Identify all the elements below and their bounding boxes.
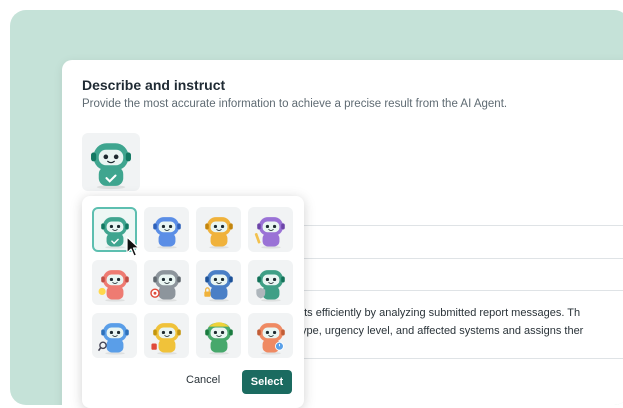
- robot-avatar-icon: [255, 269, 285, 302]
- robot-avatar-icon: [149, 269, 181, 302]
- avatar-picker-popover: Cancel Select: [82, 196, 304, 408]
- avatar-option-purple-robot[interactable]: [248, 207, 293, 252]
- section-title: Describe and instruct: [82, 77, 226, 93]
- robot-avatar-icon: [91, 143, 131, 190]
- robot-avatar-icon: [97, 322, 129, 355]
- robot-avatar-icon: [150, 322, 181, 355]
- robot-avatar-icon: [254, 216, 285, 249]
- description-line: type, urgency level, and affected system…: [298, 325, 584, 337]
- description-line: nts efficiently by analyzing submitted r…: [298, 307, 581, 319]
- cancel-button[interactable]: Cancel: [186, 374, 220, 386]
- avatar-option-yellow-robot[interactable]: [196, 207, 241, 252]
- robot-avatar-icon: [204, 321, 233, 355]
- avatar-option-blue-magnifier-robot[interactable]: [92, 313, 137, 358]
- avatar-option-green-robot[interactable]: [248, 260, 293, 305]
- avatar-grid: [92, 207, 293, 358]
- avatar-option-orange-robot[interactable]: [248, 313, 293, 358]
- name-field[interactable]: [282, 225, 623, 226]
- role-field[interactable]: [282, 258, 623, 259]
- agent-avatar[interactable]: [82, 133, 140, 191]
- robot-avatar-icon: [203, 269, 233, 302]
- description-field[interactable]: nts efficiently by analyzing submitted r…: [298, 304, 583, 340]
- avatar-option-blue-robot[interactable]: [144, 207, 189, 252]
- avatar-option-yellow-red-robot[interactable]: [144, 313, 189, 358]
- robot-avatar-icon: [152, 216, 181, 249]
- avatar-option-gray-robot[interactable]: [144, 260, 189, 305]
- robot-avatar-icon: [98, 269, 129, 302]
- mouse-pointer-icon: [126, 236, 140, 257]
- avatar-option-navy-robot[interactable]: [196, 260, 241, 305]
- select-button[interactable]: Select: [242, 370, 292, 394]
- avatar-option-green-helmet-robot[interactable]: [196, 313, 241, 358]
- description-top-border: [282, 290, 623, 291]
- robot-avatar-icon: [204, 216, 233, 249]
- section-subtitle: Provide the most accurate information to…: [82, 98, 508, 110]
- robot-avatar-icon: [256, 322, 285, 355]
- avatar-option-red-robot[interactable]: [92, 260, 137, 305]
- description-bottom-border: [282, 358, 623, 359]
